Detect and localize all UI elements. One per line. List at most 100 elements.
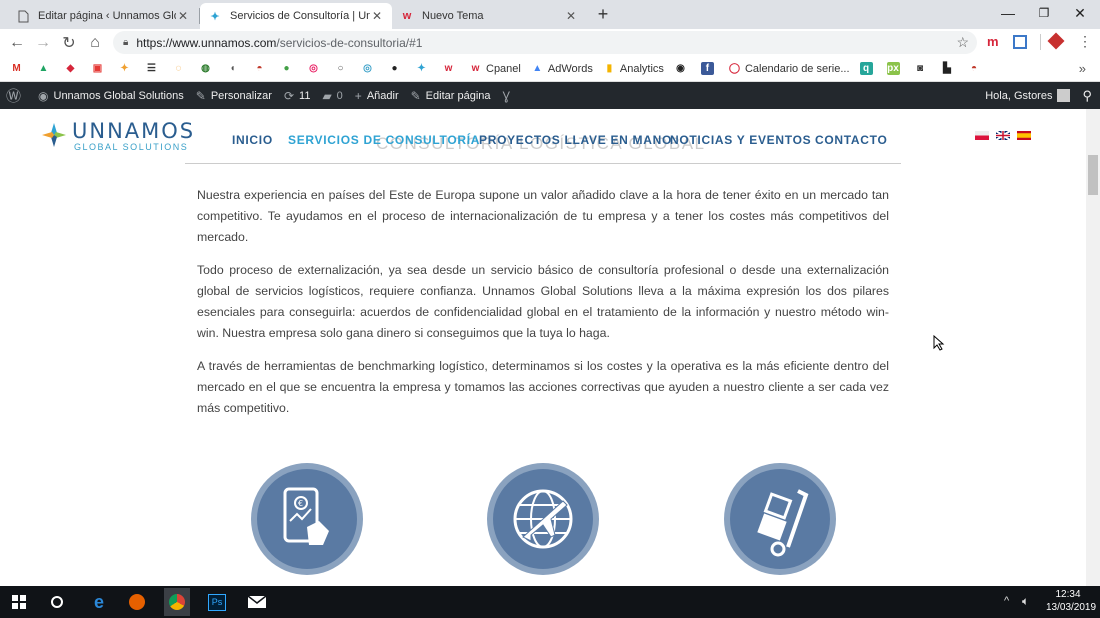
bookmark-upload[interactable]: ▙ [941,62,958,75]
unnamos-favicon: ✦ [210,10,220,23]
intro-paragraph-2: Todo proceso de externalización, ya sea … [197,263,889,340]
hand-truck-icon [757,489,809,557]
bookmark-pink-circle[interactable]: ◎ [307,62,324,75]
forward-button[interactable]: → [32,32,54,54]
tab-close-icon[interactable]: ✕ [564,9,578,23]
reload-button[interactable]: ↻ [58,32,80,54]
bookmark-bell[interactable]: ◓ [253,62,270,75]
clock[interactable]: 12:34 13/03/2019 [1046,588,1096,614]
empty-circle-icon: ○ [337,63,344,74]
s-extension-icon[interactable] [1013,35,1027,49]
address-bar[interactable]: 🔒︎ https://www.unnamos.com/servicios-de-… [113,31,977,54]
bookmark-cpanel[interactable]: w Cpanel [469,62,521,75]
mouse-cursor-icon [933,335,945,351]
service-circle-logistics[interactable] [724,463,836,575]
bookmark-w[interactable]: w [442,62,459,75]
nav-inicio[interactable]: INICIO [232,133,273,147]
comments-link[interactable]: ▰ 0 [322,89,342,103]
bookmark-gmail[interactable]: M [10,62,27,75]
nav-noticias-eventos[interactable]: NOTICIAS Y EVENTOS [670,133,811,147]
nav-servicios-consultoria[interactable]: SERVICIOS DE CONSULTORÍA [288,133,480,147]
bookmark-unnamos[interactable]: ✦ [415,62,432,75]
account-menu[interactable]: Hola, Gstores [985,89,1071,102]
bookmark-facebook[interactable]: f [700,62,718,75]
chrome-icon[interactable] [164,588,190,616]
tab-nuevo-tema[interactable]: w Nuevo Tema ✕ [392,3,586,29]
search-icon[interactable]: ⚲ [1082,88,1092,104]
tab-close-icon[interactable]: ✕ [176,9,190,23]
bookmark-calendario-de-serie[interactable]: ◯ Calendario de serie... [728,62,850,75]
bookmarks-bar: M ▲ ◆ ▣ ✦ ☰ ◌ ◍ ◖ ◓ ● ◎ ○ ◎ ● ✦ w w Cpanel ▲ AdWords ▮ Analyti… [0,56,1100,82]
unnamos-logo[interactable]: UNNAMOS GLOBAL SOLUTIONS [40,118,200,158]
photoshop-icon[interactable]: Ps [204,590,230,614]
bookmark-empty-circle[interactable]: ○ [334,62,351,75]
bookmark-stack[interactable]: ☰ [145,62,162,75]
yoast-icon[interactable]: Ɣ [503,89,516,103]
close-window-button[interactable]: ✕ [1062,0,1098,26]
bookmark-label: AdWords [547,62,593,75]
site-name-link[interactable]: ◉ Unnamos Global Solutions [38,89,184,103]
logo-mark-icon [42,123,66,147]
add-new-link[interactable]: + Añadir [355,89,399,103]
wordpress-icon[interactable]: Ⓦ [6,85,26,106]
bookmark-camera[interactable]: ◙ [914,62,931,75]
bookmark-red-bell[interactable]: ◓ [968,62,985,75]
spanish-flag-icon[interactable] [1017,131,1031,140]
url-host: https://www.unnamos.com [136,35,277,50]
bookmark-star-icon[interactable]: ☆ [956,34,969,51]
firefox-icon[interactable] [124,590,150,614]
bookmark-star[interactable]: ✦ [118,62,135,75]
nav-proyectos-llave[interactable]: PROYECTOS LLAVE EN MANO [479,133,672,147]
tray-chevron-icon[interactable]: ^ [1004,595,1009,607]
service-circle-consulting[interactable]: € [251,463,363,575]
mail-icon[interactable] [244,590,270,614]
bookmark-green-dot[interactable]: ● [280,62,297,75]
bookmark-red-badge[interactable]: ▣ [91,62,108,75]
uk-flag-icon[interactable] [996,131,1010,140]
tab-close-icon[interactable]: ✕ [370,9,384,23]
home-button[interactable]: ⌂ [84,32,106,54]
bookmark-adwords[interactable]: ▲ AdWords [531,62,593,75]
page-scrollbar[interactable] [1086,109,1100,586]
bookmark-globe[interactable]: ◍ [199,62,216,75]
nav-contacto[interactable]: CONTACTO [815,133,888,147]
edit-page-link[interactable]: ✎ Editar página [411,89,491,103]
polish-flag-icon[interactable] [975,131,989,140]
bookmark-analytics[interactable]: ▮ Analytics [603,62,664,75]
bookmark-drive[interactable]: ▲ [37,62,54,75]
cortana-icon[interactable] [44,590,70,614]
bookmark-orange-circle[interactable]: ◌ [172,62,189,75]
tab-editar-pagina[interactable]: Editar página ‹ Unnamos Global S ✕ [8,3,198,29]
bookmark-black-circle[interactable]: ● [388,62,405,75]
svg-text:€: € [298,499,303,508]
service-circle-global[interactable] [487,463,599,575]
new-tab-button[interactable]: + [592,3,614,25]
m-extension-icon[interactable]: m [987,34,999,49]
volume-icon[interactable]: 🔈︎ [1022,594,1029,609]
pencil-icon: ✎ [410,88,421,103]
windows-start-icon[interactable] [6,590,32,614]
pink-circle-icon: ◎ [309,63,318,74]
facebook-icon: f [700,62,714,75]
bookmark-bird[interactable]: ◖ [226,62,243,75]
back-button[interactable]: ← [6,32,28,54]
red-extension-icon[interactable] [1047,32,1065,50]
minimize-button[interactable]: — [990,0,1026,26]
bookmark-red-diamond[interactable]: ◆ [64,62,81,75]
tab-title: Editar página ‹ Unnamos Global S [38,10,176,22]
bird-icon: ◖ [229,63,236,74]
customize-link[interactable]: ✎ Personalizar [196,89,272,103]
restore-button[interactable]: ❐ [1026,0,1062,26]
q-icon: q [859,62,873,75]
bookmarks-overflow-button[interactable]: » [1079,61,1086,76]
bookmark-label: Calendario de serie... [744,62,850,75]
scrollbar-thumb[interactable] [1088,155,1098,195]
bookmark-q[interactable]: q [859,62,877,75]
bookmark-px[interactable]: px [886,62,904,75]
edge-icon[interactable]: e [86,590,112,614]
updates-link[interactable]: ⟳ 11 [284,89,310,103]
bookmark-blue-circle[interactable]: ◎ [361,62,378,75]
tab-servicios-consultoria[interactable]: ✦ Servicios de Consultoría | Unnam ✕ [200,3,392,29]
bookmark-tripadvisor[interactable]: ◉ [674,62,691,75]
menu-icon[interactable]: ⋮ [1078,33,1092,50]
